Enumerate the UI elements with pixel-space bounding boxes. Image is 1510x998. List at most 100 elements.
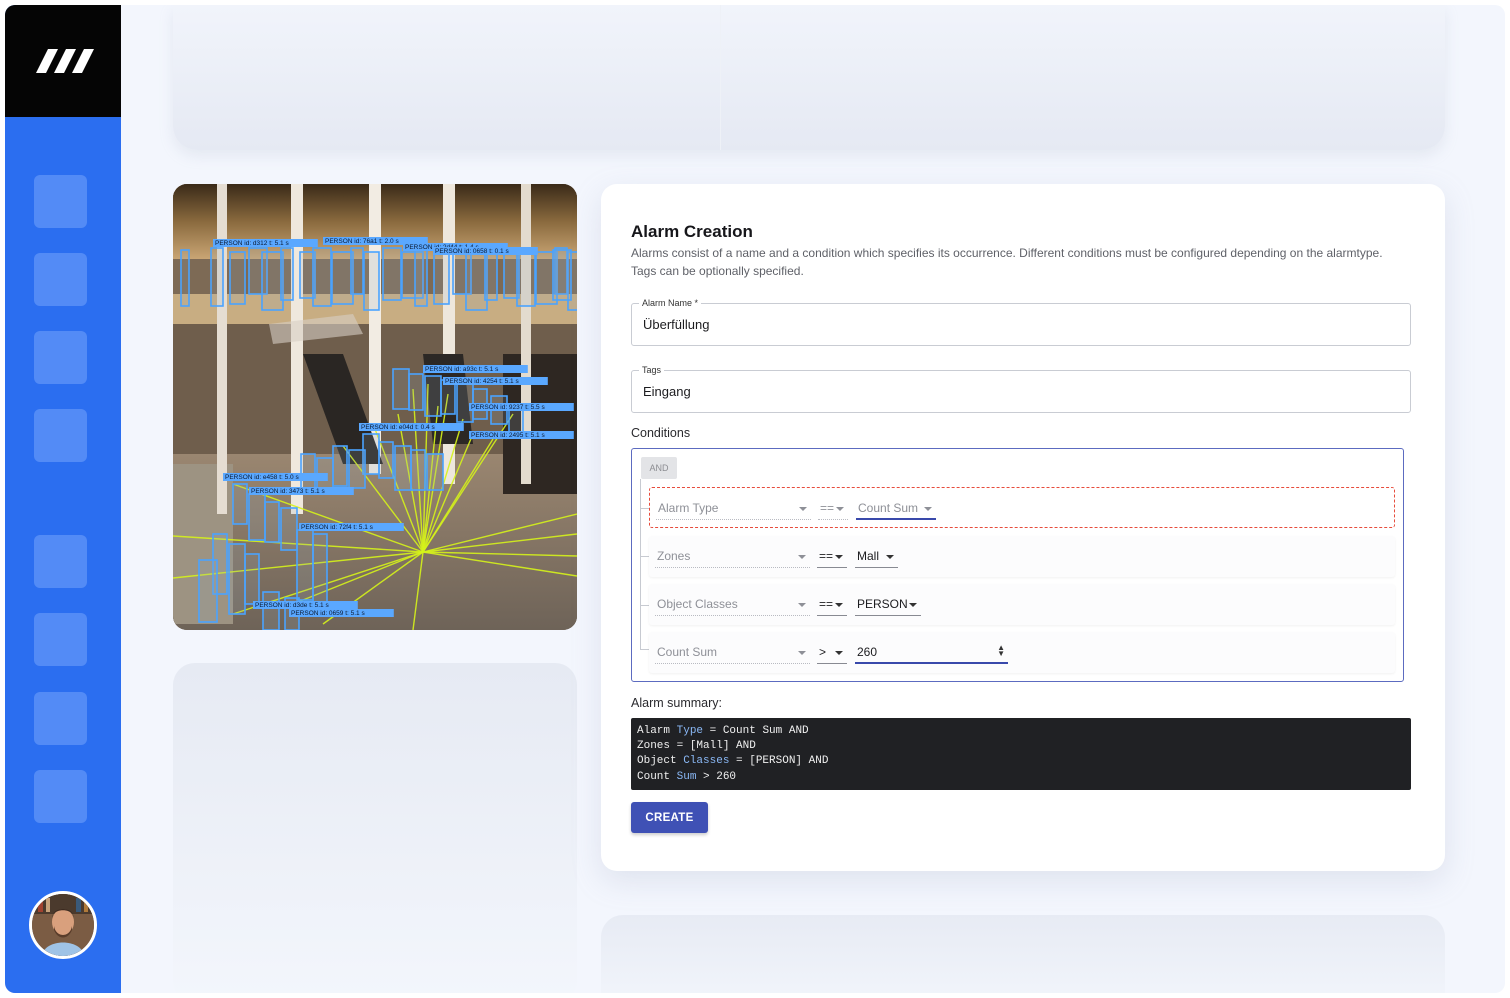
detection-label: PERSON id: d312 t: 5.1 s <box>215 240 289 247</box>
detection-box <box>484 247 498 301</box>
sidebar-nav-button-7[interactable] <box>34 692 87 745</box>
detection-label: PERSON id: e458 t: 5.0 s <box>225 474 299 481</box>
user-avatar[interactable] <box>29 891 97 959</box>
select-value: Mall <box>857 549 880 563</box>
tags-field[interactable]: Tags Eingang <box>631 364 1411 413</box>
condition-value-select[interactable]: Count Sum <box>856 497 936 520</box>
condition-operator-select[interactable]: == <box>817 593 847 616</box>
and-operator-chip[interactable]: AND <box>641 457 677 479</box>
detection-box <box>440 379 456 415</box>
caret-down-icon <box>798 651 806 655</box>
detection-label: PERSON id: a93c t: 5.1 s <box>425 366 499 373</box>
avatar-image <box>32 894 94 956</box>
condition-value-number-input[interactable]: 260 ▲ ▼ <box>855 641 1008 664</box>
caret-down-icon <box>909 603 917 607</box>
detection-box <box>392 368 410 410</box>
condition-field-select[interactable]: Zones <box>655 545 810 568</box>
detection-box <box>280 247 294 301</box>
detection-box <box>312 247 332 307</box>
detection-box <box>382 247 402 301</box>
tags-label: Tags <box>639 364 665 376</box>
condition-row-count-sum: Count Sum > 260 ▲ ▼ <box>649 632 1395 673</box>
detection-label: PERSON id: 3473 t: 5.1 s <box>251 488 325 495</box>
summary-field-keyword: Sum <box>670 770 697 783</box>
summary-line: Zones = [Mall] AND <box>637 739 1405 754</box>
number-spinner-icon[interactable]: ▲ ▼ <box>997 644 1005 658</box>
detection-box <box>248 493 266 541</box>
summary-line: Alarm Type = Count Sum AND <box>637 724 1405 739</box>
detection-label: PERSON id: 76a1 t: 2.0 s <box>325 238 399 245</box>
tags-value[interactable]: Eingang <box>643 384 691 399</box>
top-placeholder-panel <box>173 5 1445 150</box>
sidebar-nav-button-4[interactable] <box>34 409 87 462</box>
select-value: PERSON <box>857 597 908 611</box>
summary-line: Count Sum > 260 <box>637 770 1405 785</box>
alarm-name-field[interactable]: Alarm Name * Überfüllung <box>631 297 1411 346</box>
condition-operator-select[interactable]: > <box>817 641 847 664</box>
detection-box <box>262 591 280 630</box>
card-description: Alarms consist of a name and a condition… <box>631 246 1383 278</box>
tree-branch <box>640 556 649 557</box>
left-placeholder-panel <box>173 663 577 993</box>
detection-box <box>280 507 298 551</box>
condition-value-select[interactable]: PERSON <box>855 593 921 616</box>
app-window: PERSON id: d312 t: 5.1 s PERSON id: 76a1 … <box>5 5 1505 993</box>
summary-expression: > 260 <box>696 770 737 783</box>
detection-box <box>264 501 280 543</box>
summary-expression: = [PERSON] AND <box>729 755 829 768</box>
caret-down-icon <box>886 555 894 559</box>
sidebar-nav-button-2[interactable] <box>34 253 87 306</box>
sidebar-nav-button-5[interactable] <box>34 535 87 588</box>
detection-box <box>426 453 444 491</box>
tree-branch <box>640 649 649 650</box>
sidebar-nav-button-8[interactable] <box>34 770 87 823</box>
detection-label: PERSON id: e04d t: 0.4 s <box>361 424 435 431</box>
detection-box <box>331 251 354 305</box>
detection-label: PERSON id: 0659 t: 5.1 s <box>291 610 365 617</box>
detection-box <box>378 441 394 479</box>
select-value: == <box>819 549 834 563</box>
condition-row-object-classes: Object Classes == PERSON <box>649 584 1395 625</box>
sidebar-nav-button-3[interactable] <box>34 331 87 384</box>
detection-box <box>312 533 328 609</box>
detection-box <box>350 247 364 295</box>
sidebar-nav-button-6[interactable] <box>34 613 87 666</box>
detection-box <box>244 553 260 605</box>
detection-box <box>232 483 248 525</box>
condition-field-select[interactable]: Count Sum <box>655 641 810 664</box>
condition-field-select[interactable]: Object Classes <box>655 593 810 616</box>
sidebar <box>5 5 121 993</box>
detection-box <box>424 375 442 417</box>
alarm-name-value[interactable]: Überfüllung <box>643 317 710 332</box>
detection-label: PERSON id: d3de t: 5.1 s <box>255 602 329 609</box>
alarm-summary-code: Alarm Type = Count Sum AND Zones = [Mall]… <box>631 718 1411 790</box>
detection-box <box>516 247 536 307</box>
alarm-name-label: Alarm Name * <box>639 297 702 309</box>
detection-label: PERSON id: 4254 t: 5.1 s <box>445 378 519 385</box>
detection-box <box>408 373 424 411</box>
detection-box <box>210 247 224 307</box>
detection-box <box>465 251 488 311</box>
detection-box <box>332 445 348 487</box>
summary-expression: = [Mall] AND <box>670 740 756 753</box>
detection-box <box>198 559 218 623</box>
select-value: Count Sum <box>858 501 919 515</box>
select-value: Object Classes <box>657 597 738 611</box>
conditions-group: AND Alarm Type == Count Sum Zones == Mal… <box>631 448 1404 682</box>
camera-feed: PERSON id: d312 t: 5.1 s PERSON id: 76a1 … <box>173 184 577 630</box>
sidebar-nav-button-1[interactable] <box>34 175 87 228</box>
condition-value-select[interactable]: Mall <box>855 545 898 568</box>
condition-field-select[interactable]: Alarm Type <box>656 497 811 520</box>
bottom-placeholder-panel <box>601 915 1445 993</box>
logo[interactable] <box>5 5 121 117</box>
create-button[interactable]: CREATE <box>631 802 708 833</box>
detection-label: PERSON id: 2495 t: 5.1 s <box>471 432 545 439</box>
summary-line: Object Classes = [PERSON] AND <box>637 754 1405 769</box>
condition-operator-select[interactable]: == <box>818 497 848 520</box>
caret-down-icon <box>835 603 843 607</box>
detection-box <box>433 251 450 305</box>
condition-operator-select[interactable]: == <box>817 545 847 568</box>
alarm-summary-label: Alarm summary: <box>631 696 722 710</box>
summary-field-keyword: Type <box>670 725 704 737</box>
caret-down-icon <box>924 507 932 511</box>
